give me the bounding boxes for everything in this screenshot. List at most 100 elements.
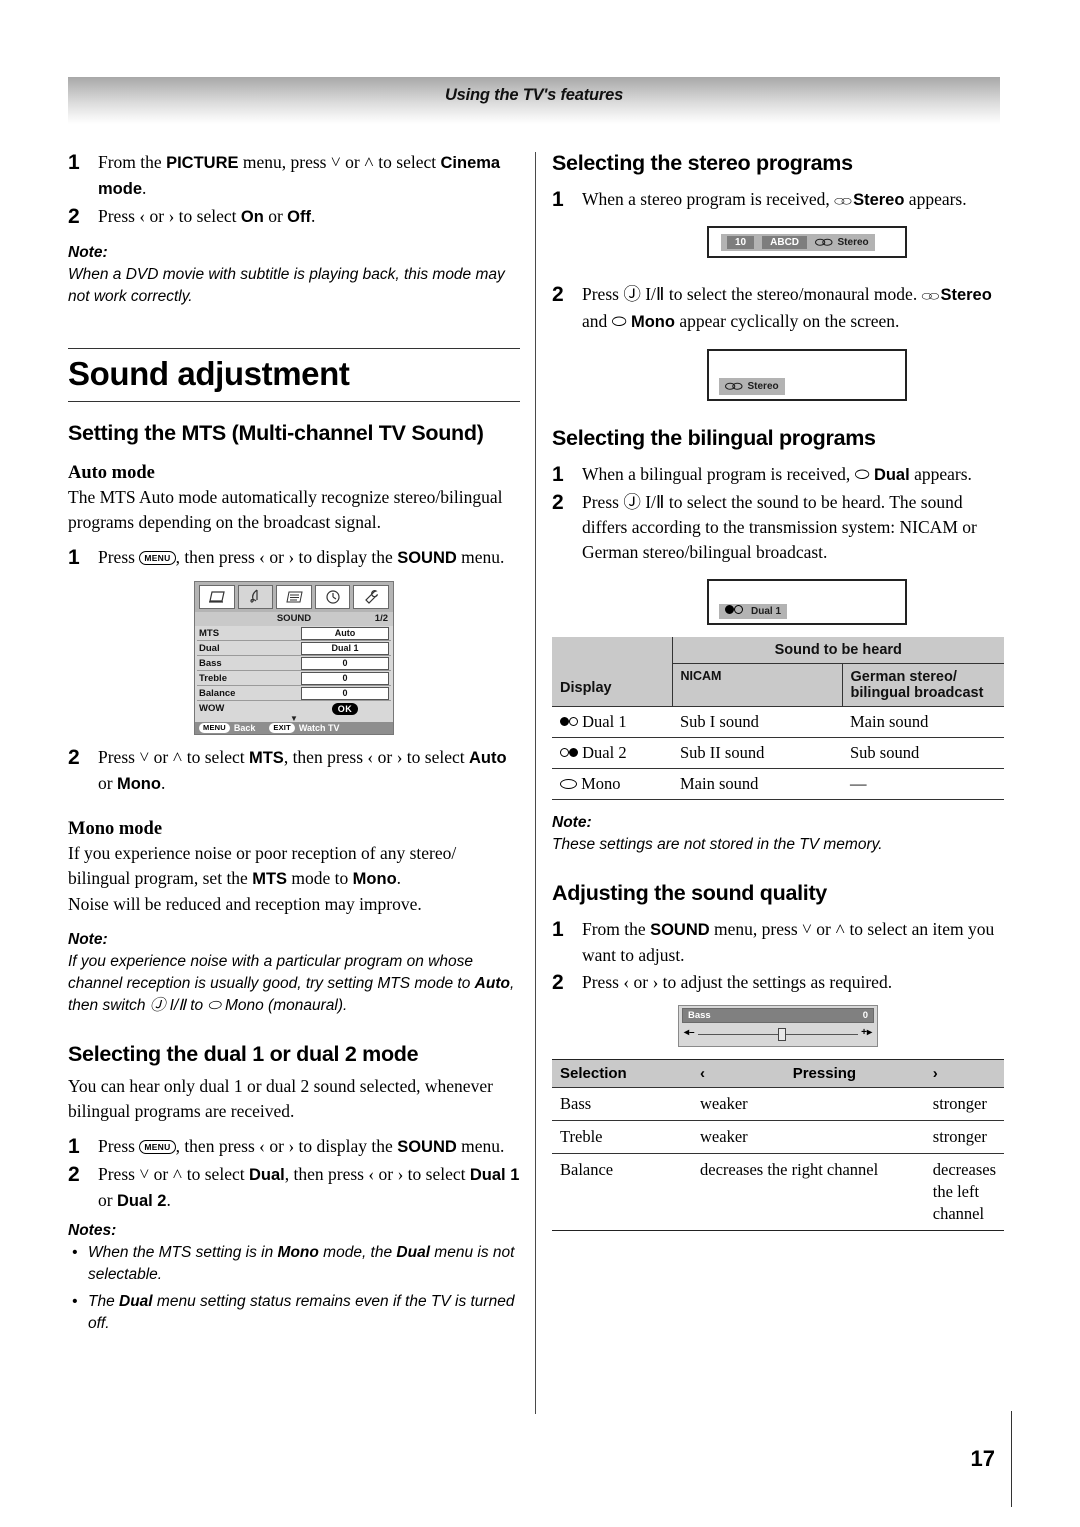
step-text: Press MENU, then press ‹ or › to display…: [98, 1136, 505, 1156]
bass-slider-track[interactable]: ◂– +▸: [682, 1026, 874, 1042]
step-text: Press ‹ or › to select On or Off.: [98, 206, 316, 226]
table-row: Dual 2 Sub II sound Sub sound: [552, 737, 1004, 769]
row-label: Treble: [199, 672, 227, 684]
auto-mode-body: The MTS Auto mode automatically recogniz…: [68, 487, 503, 532]
row-right-effect: stronger: [924, 1120, 1004, 1154]
osd-channel-name: ABCD: [762, 236, 808, 249]
row-left-effect: weaker: [692, 1087, 925, 1121]
step-text: Press MENU, then press ‹ or › to display…: [98, 547, 505, 567]
row-value: Dual 1: [301, 641, 389, 655]
stereo-icon: ⬭⬭: [815, 235, 832, 249]
step-item: 2 Press ˅ or ˄ to select MTS, then press…: [68, 745, 520, 797]
increase-icon: +▸: [861, 1027, 872, 1038]
sound-menu-rows: MTS Auto Dual Dual 1 Bass 0 Treble 0 Bal…: [195, 626, 393, 723]
step-number: 2: [552, 283, 564, 306]
footer-rule: [1010, 1411, 1012, 1507]
osd-stereo-only-banner: ⬭⬭ Stereo: [707, 349, 907, 401]
step-item: 1 Press MENU, then press ‹ or › to displ…: [68, 545, 520, 571]
osd-dual-banner: Dual 1: [707, 579, 907, 625]
table-header-row: Selection ‹ Pressing ›: [552, 1059, 1004, 1088]
menu-key-badge[interactable]: MENU: [199, 723, 230, 733]
exit-key-badge[interactable]: EXIT: [269, 723, 295, 733]
step-text: Press Ⓙ I/Ⅱ to select the stereo/monaura…: [582, 284, 992, 331]
step-item: 2 Press ‹ or › to select On or Off.: [68, 204, 520, 230]
step-item: 1 When a bilingual program is received, …: [552, 462, 1004, 488]
bass-slider-value: 0: [862, 1010, 868, 1021]
notes-list: When the MTS setting is in Mono mode, th…: [68, 1242, 520, 1335]
page-title: Sound adjustment: [68, 348, 520, 402]
music-note-icon[interactable]: [237, 585, 274, 609]
step-item: 1 When a stereo program is received, ⬭⬭ …: [552, 187, 1004, 214]
row-nicam: Sub I sound: [672, 706, 842, 738]
note-body: These settings are not stored in the TV …: [552, 836, 883, 853]
bass-slider-graphic: Bass 0 ◂– +▸: [678, 1005, 878, 1047]
row-value-ok: OK: [301, 702, 389, 715]
step-number: 1: [68, 1135, 80, 1158]
row-display: Dual 1: [582, 712, 627, 731]
subsection-heading-dual: Selecting the dual 1 or dual 2 mode: [68, 1042, 419, 1066]
note-label: Note:: [68, 244, 108, 261]
table-row: Dual 1 Sub I sound Main sound: [552, 706, 1004, 738]
col-header-nicam: NICAM: [672, 663, 843, 707]
dual2-marker-icon: [560, 743, 578, 762]
row-display: Dual 2: [582, 743, 627, 762]
step-number: 2: [552, 491, 564, 514]
sound-menu-graphic: SOUND 1/2 MTS Auto Dual Dual 1 Bass 0 Tr…: [194, 581, 394, 735]
sound-menu-row-dual[interactable]: Dual Dual 1: [197, 641, 391, 656]
decrease-icon: ◂–: [684, 1027, 695, 1038]
row-label: WOW: [199, 703, 225, 714]
list-item: The Dual menu setting status remains eve…: [68, 1291, 520, 1335]
note-label: Note:: [552, 814, 592, 831]
table-row: Treble weaker stronger: [552, 1120, 1004, 1154]
sound-menu-row-mts[interactable]: MTS Auto: [197, 626, 391, 641]
row-left-effect: decreases the right channel: [692, 1153, 925, 1231]
step-number: 1: [552, 188, 564, 211]
step-text: When a stereo program is received, ⬭⬭ St…: [582, 189, 967, 209]
page-header-band: Using the TV's features: [68, 77, 1000, 124]
sound-menu-row-bass[interactable]: Bass 0: [197, 656, 391, 671]
sound-menu-row-treble[interactable]: Treble 0: [197, 671, 391, 686]
step-number: 2: [552, 971, 564, 994]
slider-knob[interactable]: [778, 1028, 786, 1041]
notes-label: Notes:: [68, 1222, 117, 1239]
row-label: Dual: [199, 642, 220, 654]
step-item: 1 From the PICTURE menu, press ˅ or ˄ to…: [68, 150, 520, 202]
row-left-effect: weaker: [692, 1120, 925, 1154]
page-number: 17: [970, 1446, 995, 1471]
osd-channel-number: 10: [727, 236, 755, 249]
osd-stereo-label: Stereo: [837, 237, 869, 248]
note-body: When a DVD movie with subtitle is playin…: [68, 266, 505, 305]
row-value: 0: [301, 686, 389, 700]
osd-tag: 10 ABCD ⬭⬭ Stereo: [721, 234, 875, 251]
menu-key-label: Back: [233, 723, 256, 733]
table-row: Balance decreases the right channel decr…: [552, 1153, 1004, 1231]
step-text: Press ˅ or ˄ to select MTS, then press ‹…: [98, 747, 507, 793]
list-item: When the MTS setting is in Mono mode, th…: [68, 1242, 520, 1286]
picture-icon[interactable]: [199, 585, 235, 609]
column-divider: [535, 152, 536, 1414]
setup-icon[interactable]: [353, 585, 389, 609]
auto-mode-heading: Auto mode: [68, 463, 155, 483]
step-text: When a bilingual program is received, ⬭ …: [582, 464, 972, 484]
subsection-heading-stereo: Selecting the stereo programs: [552, 151, 853, 175]
row-label: MTS: [199, 627, 220, 639]
step-item: 2 Press ˅ or ˄ to select Dual, then pres…: [68, 1162, 520, 1214]
sound-to-be-heard-table: Display Sound to be heard NICAM German s…: [552, 637, 1004, 800]
step-number: 2: [68, 746, 80, 769]
row-label: Bass: [199, 657, 222, 669]
sound-menu-footer: MENU Back EXIT Watch TV: [195, 722, 393, 734]
dual1-marker-icon: [560, 712, 578, 731]
page-header-title: Using the TV's features: [444, 86, 624, 104]
dual-body: You can hear only dual 1 or dual 2 sound…: [68, 1076, 493, 1121]
stereo-icon: ⬭⬭: [725, 379, 742, 393]
row-selection: Balance: [552, 1153, 692, 1231]
sound-menu-row-balance[interactable]: Balance 0: [197, 686, 391, 701]
bass-slider-bar: Bass 0: [682, 1008, 874, 1023]
subsection-heading-bilingual: Selecting the bilingual programs: [552, 426, 876, 450]
step-number: 1: [552, 463, 564, 486]
dual1-marker-icon: [725, 605, 743, 618]
features-icon[interactable]: [276, 585, 312, 609]
clock-icon[interactable]: [314, 585, 351, 609]
osd-dual-label: Dual 1: [751, 606, 782, 617]
mono-mode-body: If you experience noise or poor receptio…: [68, 843, 457, 914]
